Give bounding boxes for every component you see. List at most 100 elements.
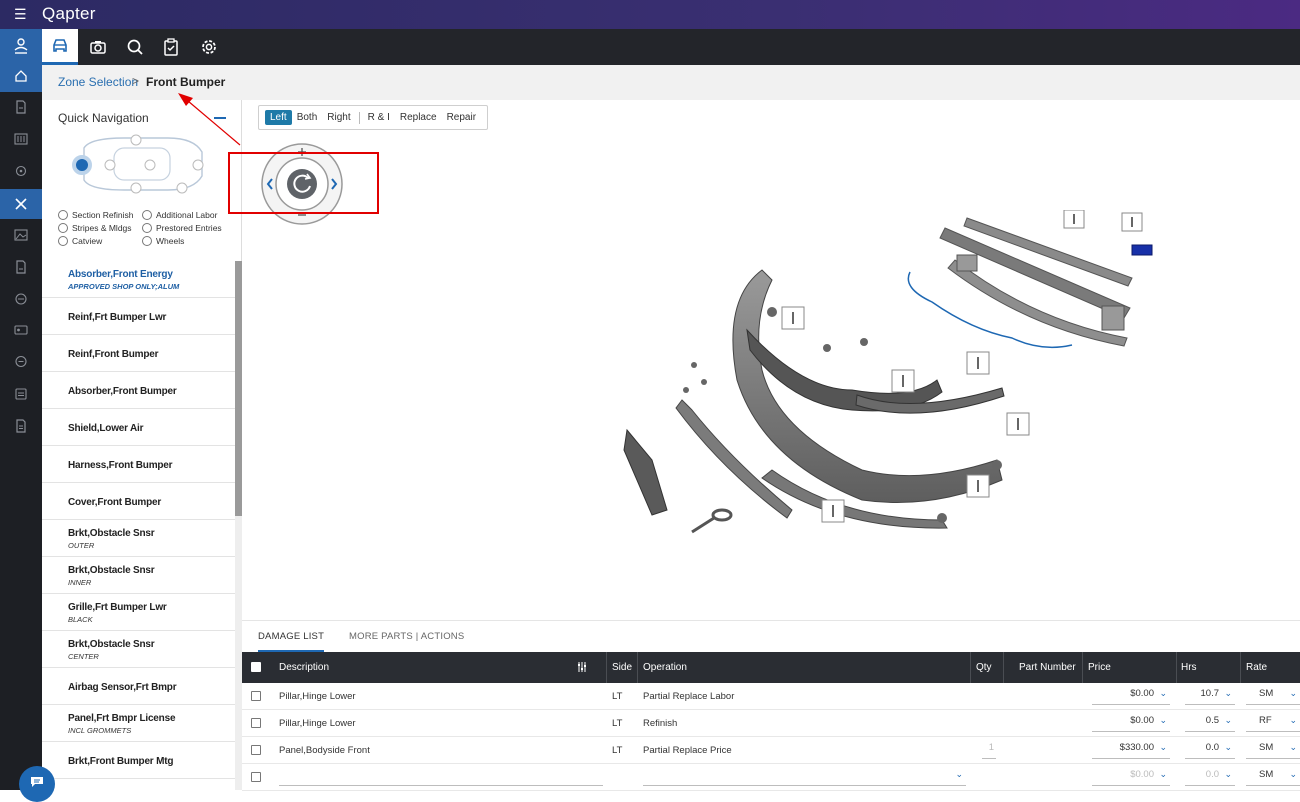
breadcrumb-current: Front Bumper	[146, 75, 226, 89]
r-and-i-button[interactable]: R & I	[363, 110, 395, 125]
col-part-number[interactable]: Part Number	[1019, 662, 1076, 673]
zone-front-selected[interactable]	[72, 155, 92, 175]
zone-roof[interactable]	[144, 159, 156, 171]
hrs-dropdown[interactable]: 0.0 ⌄	[1185, 742, 1235, 759]
table-row-new-entry[interactable]: ⌄ $0.00 ⌄ 0.0 ⌄ SM ⌄	[242, 764, 1300, 791]
zone-hood[interactable]	[104, 159, 116, 171]
rail-document-button[interactable]	[0, 92, 42, 122]
rate-dropdown[interactable]: SM ⌄	[1246, 688, 1300, 705]
rail-file-button[interactable]	[0, 411, 42, 441]
col-price[interactable]: Price	[1088, 662, 1111, 673]
rate-dropdown[interactable]: RF ⌄	[1246, 715, 1300, 732]
option-stripes-mldgs[interactable]: Stripes & Mldgs	[58, 223, 132, 233]
col-hrs[interactable]: Hrs	[1181, 662, 1197, 673]
list-item[interactable]: Cover,Front Bumper	[42, 483, 235, 520]
row-checkbox[interactable]	[251, 745, 261, 755]
tab-more-parts-actions[interactable]: MORE PARTS | ACTIONS	[349, 631, 464, 642]
rail-minus-button[interactable]	[0, 284, 42, 314]
price-dropdown[interactable]: $0.00 ⌄	[1092, 688, 1170, 705]
description-input[interactable]	[279, 769, 603, 786]
qty-field[interactable]: 1	[982, 742, 996, 759]
list-item[interactable]: Reinf,Frt Bumper Lwr	[42, 298, 235, 335]
col-qty[interactable]: Qty	[976, 662, 992, 673]
col-rate[interactable]: Rate	[1246, 662, 1267, 673]
col-description[interactable]: Description	[279, 662, 329, 673]
parts-list-scroll-thumb[interactable]	[235, 261, 242, 516]
list-item[interactable]: Harness,Front Bumper	[42, 446, 235, 483]
list-item[interactable]: Brkt,Front Bumper Mtg	[42, 742, 235, 779]
table-row[interactable]: Panel,Bodyside Front LT Partial Replace …	[242, 737, 1300, 764]
list-item[interactable]: Airbag Sensor,Frt Bmpr	[42, 668, 235, 705]
hrs-dropdown[interactable]: 10.7 ⌄	[1185, 688, 1235, 705]
side-left-button[interactable]: Left	[265, 110, 292, 125]
column-settings-icon[interactable]	[576, 661, 588, 676]
chevron-down-icon: ⌄	[955, 769, 963, 779]
document-icon	[16, 100, 26, 114]
rail-target-button[interactable]	[0, 156, 42, 186]
replace-button[interactable]: Replace	[395, 110, 442, 125]
chevron-down-icon: ⌄	[1289, 688, 1297, 698]
side-right-button[interactable]: Right	[322, 110, 355, 125]
list-item[interactable]: Shield,Lower Air	[42, 409, 235, 446]
collapse-quick-navigation-button[interactable]	[214, 117, 226, 119]
rail-notes-button[interactable]	[0, 379, 42, 409]
rail-barcode-button[interactable]	[0, 124, 42, 154]
zone-right-side[interactable]	[130, 134, 142, 146]
list-item[interactable]: Brkt,Obstacle Snsr OUTER	[42, 520, 235, 557]
row-checkbox[interactable]	[251, 718, 261, 728]
list-item[interactable]: Panel,Frt Bmpr License INCL GROMMETS	[42, 705, 235, 742]
zone-left-front[interactable]	[130, 182, 142, 194]
hrs-dropdown[interactable]: 0.0 ⌄	[1185, 769, 1235, 786]
profile-button[interactable]	[0, 31, 42, 61]
checklist-button[interactable]	[153, 29, 189, 65]
price-dropdown[interactable]: $0.00 ⌄	[1092, 715, 1170, 732]
search-button[interactable]	[117, 29, 153, 65]
operation-dropdown[interactable]: ⌄	[643, 769, 966, 786]
photo-button[interactable]	[80, 29, 116, 65]
rail-card-button[interactable]	[0, 315, 42, 345]
bumper-exploded-diagram[interactable]	[612, 210, 1172, 570]
row-checkbox[interactable]	[251, 691, 261, 701]
option-prestored-entries[interactable]: Prestored Entries	[142, 223, 222, 233]
list-item[interactable]: Absorber,Front Energy APPROVED SHOP ONLY;…	[42, 261, 235, 298]
home-button[interactable]	[0, 61, 42, 91]
option-wheels[interactable]: Wheels	[142, 236, 184, 246]
option-section-refinish[interactable]: Section Refinish	[58, 210, 133, 220]
table-row[interactable]: Pillar,Hinge Lower LT Partial Replace La…	[242, 683, 1300, 710]
option-additional-labor[interactable]: Additional Labor	[142, 210, 217, 220]
rate-dropdown[interactable]: SM ⌄	[1246, 769, 1300, 786]
tab-damage-list[interactable]: DAMAGE LIST	[258, 631, 325, 652]
report-icon	[16, 260, 26, 274]
price-dropdown[interactable]: $330.00 ⌄	[1092, 742, 1170, 759]
vehicle-tab-button[interactable]	[42, 29, 78, 65]
price-dropdown[interactable]: $0.00 ⌄	[1092, 769, 1170, 786]
list-item[interactable]: Grille,Frt Bumper Lwr BLACK	[42, 594, 235, 631]
app-brand: Qapter	[42, 4, 96, 23]
list-item[interactable]: Reinf,Front Bumper	[42, 335, 235, 372]
table-row[interactable]: Pillar,Hinge Lower LT Refinish $0.00 ⌄ 0.…	[242, 710, 1300, 737]
list-item[interactable]: Brkt,Obstacle Snsr INNER	[42, 557, 235, 594]
side-both-button[interactable]: Both	[292, 110, 323, 125]
rail-report-button[interactable]	[0, 252, 42, 282]
rail-tools-button[interactable]	[0, 189, 42, 219]
col-side[interactable]: Side	[612, 662, 632, 673]
list-item[interactable]: Brkt,Obstacle Snsr CENTER	[42, 631, 235, 668]
car-zone-diagram[interactable]	[64, 134, 206, 194]
row-checkbox[interactable]	[251, 772, 261, 782]
settings-button[interactable]	[191, 29, 227, 65]
list-item[interactable]: Absorber,Front Bumper	[42, 372, 235, 409]
breadcrumb-zone-selection[interactable]: Zone Selection	[58, 75, 138, 89]
hrs-dropdown[interactable]: 0.5 ⌄	[1185, 715, 1235, 732]
chat-button[interactable]	[19, 766, 55, 802]
rail-chat-button[interactable]	[0, 347, 42, 377]
option-catview[interactable]: Catview	[58, 236, 102, 246]
rate-dropdown[interactable]: SM ⌄	[1246, 742, 1300, 759]
menu-icon[interactable]: ☰	[14, 6, 27, 22]
zone-left-rear[interactable]	[176, 182, 188, 194]
repair-button[interactable]: Repair	[442, 110, 481, 125]
chevron-down-icon: ⌄	[1159, 688, 1167, 698]
col-operation[interactable]: Operation	[643, 662, 687, 673]
zone-rear[interactable]	[192, 159, 204, 171]
select-all-checkbox[interactable]	[251, 662, 261, 672]
rail-gallery-button[interactable]	[0, 220, 42, 250]
